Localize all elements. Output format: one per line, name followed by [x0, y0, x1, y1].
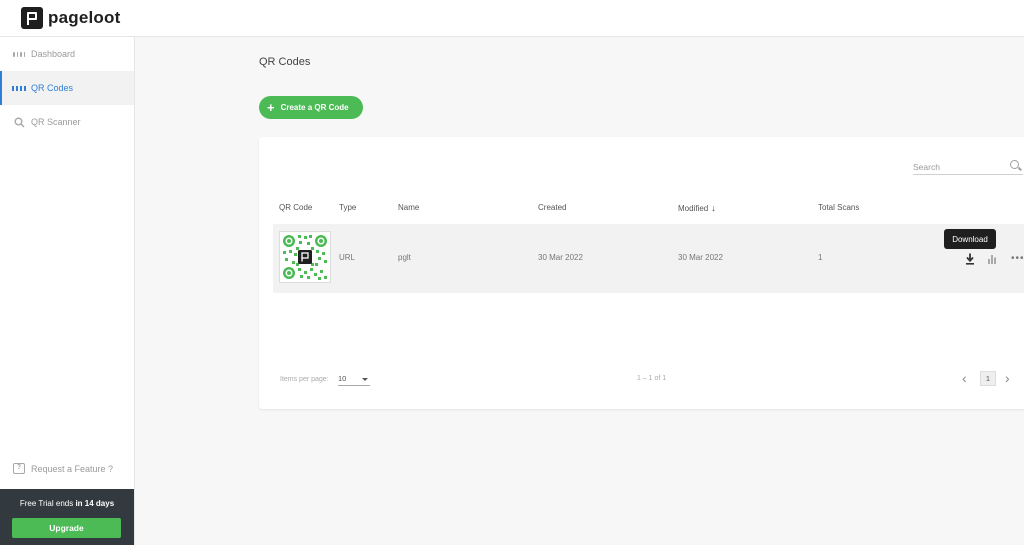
sidebar-item-label: QR Codes: [31, 83, 74, 93]
trial-prefix: Free Trial ends: [19, 499, 74, 508]
dashboard-icon: [13, 48, 25, 60]
search-icon[interactable]: [1010, 160, 1019, 169]
column-header-modified-label: Modified: [678, 204, 709, 213]
request-feature-link[interactable]: ? Request a Feature ?: [13, 463, 113, 474]
sidebar-item-qr-codes[interactable]: QR Codes: [0, 71, 134, 105]
cell-name[interactable]: pglt: [398, 253, 411, 262]
items-per-page-select[interactable]: 10: [338, 374, 370, 386]
analytics-chart-icon[interactable]: [987, 254, 997, 264]
chevron-left-icon[interactable]: ‹: [962, 370, 967, 386]
request-feature-label: Request a Feature ?: [31, 463, 114, 474]
column-header-total-scans[interactable]: Total Scans: [818, 203, 859, 212]
upgrade-button[interactable]: Upgrade: [12, 518, 121, 538]
more-options-icon[interactable]: •••: [1011, 253, 1024, 264]
cell-modified: 30 Mar 2022: [678, 253, 723, 262]
qr-codes-table-card: QR Code Type Name Created Modified↓ Tota…: [259, 137, 1024, 409]
cell-type: URL: [339, 253, 356, 262]
sidebar-item-dashboard[interactable]: Dashboard: [0, 37, 134, 71]
cell-created: 30 Mar 2022: [538, 253, 583, 262]
sidebar: Dashboard QR Codes QR Scanner ? Request …: [0, 37, 135, 545]
column-header-modified[interactable]: Modified ↓: [678, 203, 716, 213]
qr-code-icon: [12, 82, 26, 94]
cell-total-scans: 1: [818, 253, 823, 262]
help-bubble-icon: ?: [13, 463, 25, 474]
sidebar-item-label: QR Scanner: [31, 117, 81, 127]
pagination-range: 1 – 1 of 1: [637, 375, 667, 382]
sort-down-arrow-icon: ↓: [711, 203, 716, 213]
trial-text: Free Trial ends in 14 days: [0, 499, 134, 508]
pageloot-logo-icon[interactable]: [21, 7, 43, 29]
plus-icon: +: [267, 100, 275, 115]
chevron-down-icon: [362, 378, 368, 381]
table-row[interactable]: [273, 224, 1024, 293]
search-icon: [13, 116, 25, 128]
qr-code-thumbnail[interactable]: [279, 231, 331, 283]
column-header-name[interactable]: Name: [398, 203, 419, 212]
column-header-created[interactable]: Created: [538, 203, 566, 212]
download-icon[interactable]: [965, 253, 975, 265]
items-per-page-value: 10: [338, 374, 347, 383]
chevron-right-icon[interactable]: ›: [1005, 370, 1010, 386]
page-title: QR Codes: [259, 56, 311, 68]
trial-banner: Free Trial ends in 14 days Upgrade: [0, 489, 134, 545]
top-header: pageloot: [0, 0, 1024, 37]
search-box: [913, 157, 1023, 175]
trial-days: in 14 days: [75, 499, 115, 508]
sidebar-item-qr-scanner[interactable]: QR Scanner: [0, 105, 134, 139]
page-number-button[interactable]: 1: [980, 371, 996, 386]
create-qr-code-label: Create a QR Code: [280, 103, 349, 112]
column-header-type[interactable]: Type: [339, 203, 356, 212]
items-per-page-label: Items per page:: [280, 376, 329, 383]
logo-text[interactable]: pageloot: [48, 8, 120, 28]
sidebar-item-label: Dashboard: [31, 49, 76, 59]
create-qr-code-button[interactable]: + Create a QR Code: [259, 96, 363, 119]
column-header-qr-code: QR Code: [279, 203, 313, 212]
search-input[interactable]: [913, 158, 1003, 172]
download-tooltip: Download: [944, 229, 996, 249]
